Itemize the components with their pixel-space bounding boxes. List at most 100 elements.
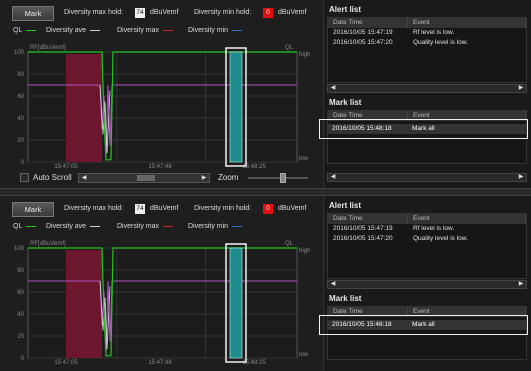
- y2-high-label: high: [299, 248, 310, 254]
- y2-high-label: high: [299, 52, 310, 58]
- zoom-label: Zoom: [218, 173, 239, 182]
- max-hold-label: Diversity max hold:: [64, 9, 124, 16]
- legend-diversity-max: Diversity max: [117, 27, 174, 34]
- scroll-thumb[interactable]: [137, 175, 155, 181]
- rf-chart-svg: 100 80 60 40 20 0 RF[dBuVemf] QL high low 15:47:05…: [14, 45, 310, 168]
- mark-list-scrollbar[interactable]: ◀ ▶: [327, 173, 527, 182]
- alert-row[interactable]: 2016/10/05 15:47:20 Quality level is low…: [328, 38, 526, 48]
- max-hold-unit: dBuVemf: [150, 205, 179, 212]
- legend-ql: QL: [13, 223, 37, 230]
- auto-scroll-checkbox[interactable]: [20, 173, 29, 182]
- legend-ql: QL: [13, 27, 37, 34]
- alert-region: [66, 250, 102, 358]
- min-hold-value[interactable]: 0: [263, 8, 273, 18]
- scroll-left-icon[interactable]: ◀: [328, 85, 338, 92]
- x-tick-label: 15:47:05: [54, 360, 78, 364]
- monitor-panel-top: Mark Diversity max hold: 74 dBuVemf Dive…: [0, 0, 531, 188]
- monitor-panel-bottom: Mark Diversity max hold: 74 dBuVemf Dive…: [0, 196, 531, 371]
- mark-list-title: Mark list: [329, 98, 362, 107]
- panel-separator: [0, 188, 531, 196]
- max-hold-label: Diversity max hold:: [64, 205, 124, 212]
- legend-diversity-min: Diversity min: [188, 27, 243, 34]
- alert-row-time: 2016/10/05 15:47:20: [333, 235, 393, 242]
- alert-list-title: Alert list: [329, 5, 362, 14]
- y2-axis-title: QL: [285, 241, 294, 247]
- y-tick-label: 20: [17, 138, 24, 144]
- mark-band: [229, 247, 243, 359]
- y-tick-label: 60: [17, 290, 24, 296]
- alert-row[interactable]: 2016/10/05 15:47:20 Quality level is low…: [328, 234, 526, 244]
- alert-col-event[interactable]: Event: [408, 18, 526, 28]
- alert-row-time: 2016/10/05 15:47:20: [333, 39, 393, 46]
- y-tick-label: 0: [21, 356, 25, 362]
- min-hold-value[interactable]: 0: [263, 204, 273, 214]
- rf-chart[interactable]: 100 80 60 40 20 0 RF[dBuVemf] QL high low 15:47:05…: [0, 234, 322, 364]
- legend-diversity-max: Diversity max: [117, 223, 174, 230]
- mark-band: [229, 51, 243, 163]
- alert-list-header: Date Time Event: [328, 18, 526, 28]
- alert-col-datetime[interactable]: Date Time: [328, 18, 408, 28]
- alert-row-time: 2016/10/05 15:47:19: [333, 225, 393, 232]
- y-tick-label: 20: [17, 334, 24, 340]
- alert-row-event: Rf level is low.: [413, 29, 455, 36]
- chart-bottom-bar: Auto Scroll ◀ ▶ Zoom: [0, 171, 322, 185]
- mark-row-highlight: [319, 315, 528, 335]
- alert-row-event: Quality level is low.: [413, 39, 468, 46]
- scroll-left-icon[interactable]: ◀: [328, 174, 338, 181]
- y-tick-label: 80: [17, 72, 24, 78]
- chart-h-scrollbar[interactable]: ◀ ▶: [78, 173, 210, 183]
- legend-diversity-min: Diversity min: [188, 223, 243, 230]
- scroll-right-icon[interactable]: ▶: [199, 174, 209, 182]
- scroll-right-icon[interactable]: ▶: [516, 85, 526, 92]
- x-tick-label: 15:47:48: [148, 164, 172, 168]
- alert-list-scrollbar[interactable]: ◀ ▶: [327, 84, 527, 93]
- alert-row[interactable]: 2016/10/05 15:47:19 Rf level is low.: [328, 28, 526, 38]
- rf-chart-svg: 100 80 60 40 20 0 RF[dBuVemf] QL high low 15:47:05…: [14, 241, 310, 364]
- alert-row-event: Rf level is low.: [413, 225, 455, 232]
- legend-diversity-ave: Diversity ave: [46, 27, 101, 34]
- min-hold-label: Diversity min hold:: [194, 205, 252, 212]
- mark-button[interactable]: Mark: [12, 6, 54, 21]
- zoom-slider-track[interactable]: [248, 177, 308, 179]
- alert-list-scrollbar[interactable]: ◀ ▶: [327, 280, 527, 289]
- y-tick-label: 40: [17, 116, 24, 122]
- mark-button[interactable]: Mark: [12, 202, 54, 217]
- lists-area: Alert list Date Time Event 2016/10/05 15…: [319, 196, 531, 371]
- mark-list-title: Mark list: [329, 294, 362, 303]
- rf-chart[interactable]: 100 80 60 40 20 0 RF[dBuVemf] QL high low 15:47:05…: [0, 38, 322, 168]
- max-hold-unit: dBuVemf: [150, 9, 179, 16]
- chart-area: Mark Diversity max hold: 74 dBuVemf Dive…: [0, 196, 322, 371]
- max-hold-value[interactable]: 74: [135, 8, 145, 18]
- alert-list: Date Time Event 2016/10/05 15:47:19 Rf l…: [327, 17, 527, 83]
- y-tick-label: 40: [17, 312, 24, 318]
- alert-col-event[interactable]: Event: [408, 214, 526, 224]
- zoom-slider-thumb[interactable]: [280, 173, 286, 183]
- legend-diversity-ave: Diversity ave: [46, 223, 101, 230]
- toolbar: Mark Diversity max hold: 74 dBuVemf Dive…: [0, 6, 322, 21]
- alert-list: Date Time Event 2016/10/05 15:47:19 Rf l…: [327, 213, 527, 279]
- auto-scroll-label: Auto Scroll: [33, 173, 72, 182]
- min-hold-unit: dBuVemf: [278, 9, 307, 16]
- alert-region: [66, 54, 102, 162]
- x-tick-label: 15:47:05: [54, 164, 78, 168]
- scroll-right-icon[interactable]: ▶: [516, 281, 526, 288]
- y-tick-label: 0: [21, 160, 25, 166]
- min-hold-label: Diversity min hold:: [194, 9, 252, 16]
- scroll-right-icon[interactable]: ▶: [516, 174, 526, 181]
- scroll-left-icon[interactable]: ◀: [328, 281, 338, 288]
- chart-legend: QL Diversity ave Diversity max Diversity…: [0, 222, 322, 232]
- scroll-left-icon[interactable]: ◀: [79, 174, 89, 182]
- alert-list-header: Date Time Event: [328, 214, 526, 224]
- y-tick-label: 100: [14, 246, 25, 252]
- mark-row-highlight: [319, 119, 528, 139]
- x-tick-label: 15:47:48: [148, 360, 172, 364]
- lists-area: Alert list Date Time Event 2016/10/05 15…: [319, 0, 531, 188]
- y2-axis-title: QL: [285, 45, 294, 51]
- chart-legend: QL Diversity ave Diversity max Diversity…: [0, 26, 322, 36]
- max-hold-value[interactable]: 74: [135, 204, 145, 214]
- min-hold-unit: dBuVemf: [278, 205, 307, 212]
- alert-col-datetime[interactable]: Date Time: [328, 214, 408, 224]
- alert-row[interactable]: 2016/10/05 15:47:19 Rf level is low.: [328, 224, 526, 234]
- y-tick-label: 60: [17, 94, 24, 100]
- y-axis-title: RF[dBuVemf]: [30, 241, 66, 247]
